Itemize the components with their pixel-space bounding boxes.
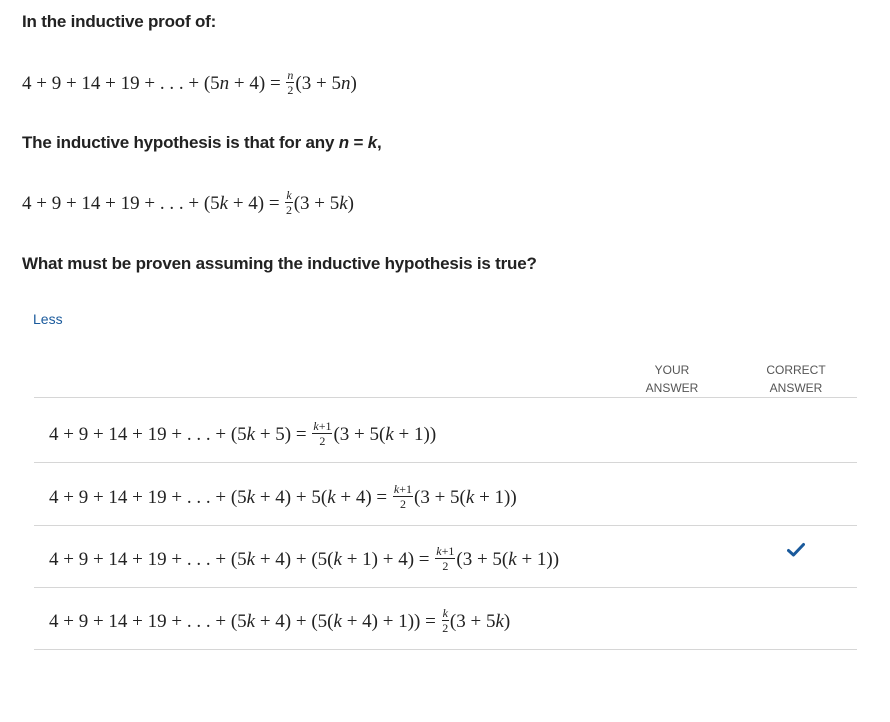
- answer-option-4: 4 + 9 + 14 + 19 + . . . + (5k + 4) + (5(…: [49, 606, 511, 635]
- answer-option-3: 4 + 9 + 14 + 19 + . . . + (5k + 4) + (5(…: [49, 544, 560, 573]
- less-toggle-link[interactable]: Less: [33, 311, 63, 327]
- table-divider: [34, 397, 857, 398]
- your-answer-header-line1: YOUR: [654, 363, 690, 377]
- correct-answer-header: CORRECT ANSWER: [756, 361, 836, 397]
- statement-equation: 4 + 9 + 14 + 19 + . . . + (5n + 4) = n 2(…: [22, 68, 357, 97]
- your-answer-header: YOUR ANSWER: [632, 361, 712, 397]
- your-answer-header-line2: ANSWER: [645, 381, 699, 395]
- checkmark-icon: [787, 543, 805, 557]
- table-divider: [34, 649, 857, 650]
- answer-option-2: 4 + 9 + 14 + 19 + . . . + (5k + 4) + 5(k…: [49, 482, 517, 511]
- question-prompt: What must be proven assuming the inducti…: [22, 254, 537, 273]
- hypothesis-equation: 4 + 9 + 14 + 19 + . . . + (5k + 4) = k 2(…: [22, 188, 354, 217]
- table-divider: [34, 462, 857, 463]
- intro-text: In the inductive proof of:: [22, 12, 217, 31]
- answer-option-1: 4 + 9 + 14 + 19 + . . . + (5k + 5) = k+1…: [49, 419, 437, 448]
- hypothesis-text: The inductive hypothesis is that for any…: [22, 133, 382, 152]
- correct-answer-header-line2: ANSWER: [769, 381, 823, 395]
- correct-answer-header-line1: CORRECT: [766, 363, 826, 377]
- table-divider: [34, 587, 857, 588]
- table-divider: [34, 525, 857, 526]
